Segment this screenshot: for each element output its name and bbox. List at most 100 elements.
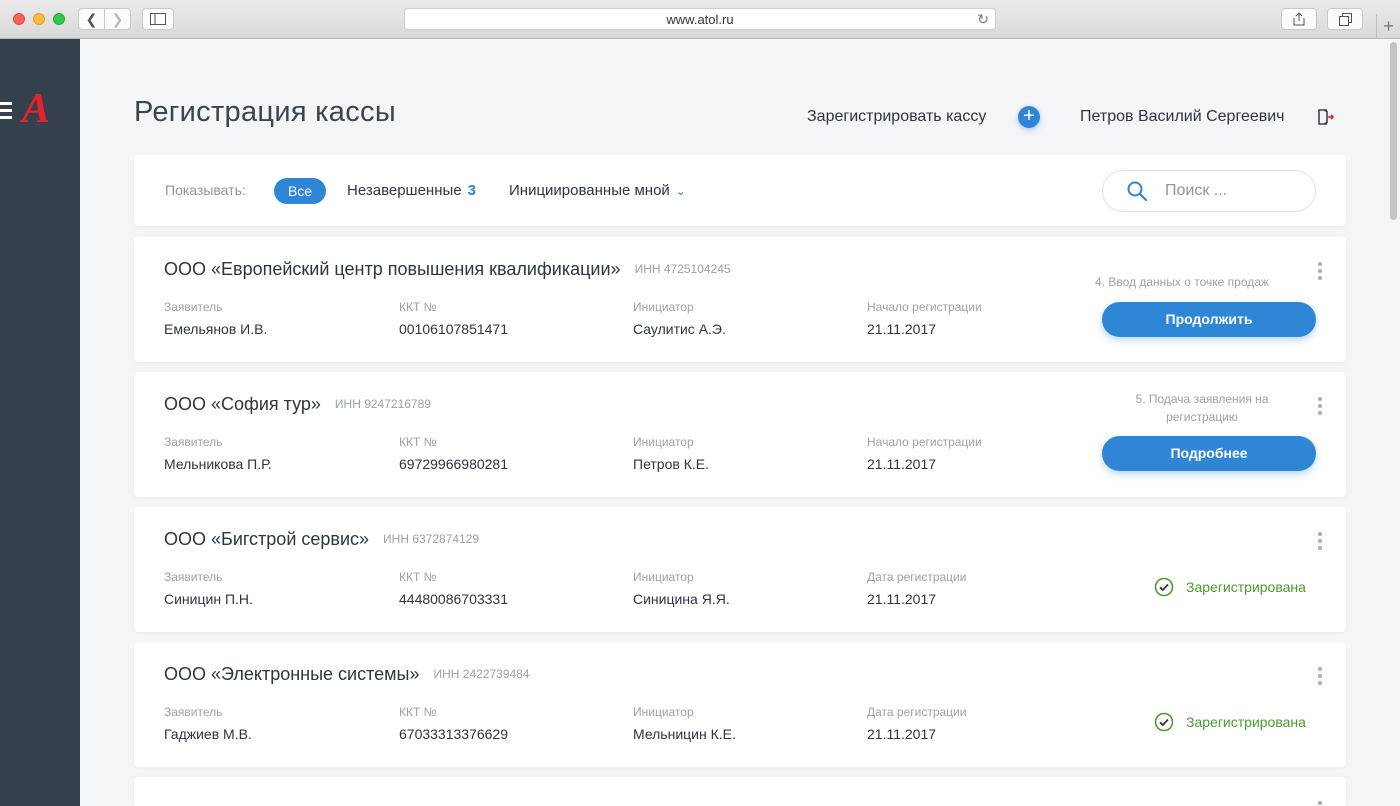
kkt-card[interactable] xyxy=(134,777,1346,806)
kkt-card[interactable]: ООО «Электронные системы» ИНН 2422739484 … xyxy=(134,642,1346,767)
registration-step: 5. Подача заявления на регистрацию xyxy=(1102,390,1302,426)
company-inn: ИНН 9247216789 xyxy=(334,397,431,411)
browser-toolbar: ❮ ❯ www.atol.ru ↻ + xyxy=(0,0,1400,39)
filter-initiated-by-me-dropdown[interactable]: Инициированные мной ⌄ xyxy=(509,182,686,199)
initiator-field: Инициатор Синицина Я.Я. xyxy=(633,570,730,607)
applicant-field: Заявитель Мельникова П.Р. xyxy=(164,435,272,472)
field-value: 21.11.2017 xyxy=(867,321,937,337)
company-name: ООО «Бигстрой сервис» xyxy=(164,529,370,549)
field-value: Емельянов И.В. xyxy=(164,321,268,337)
applicant-field: Заявитель Емельянов И.В. xyxy=(164,300,267,337)
address-bar[interactable]: www.atol.ru ↻ xyxy=(404,8,996,30)
field-value: Синицина Я.Я. xyxy=(633,591,730,607)
scrollbar-thumb[interactable] xyxy=(1390,42,1397,220)
date-field: Начало регистрации 21.11.2017 xyxy=(867,300,982,337)
close-window-button[interactable] xyxy=(13,13,25,25)
continue-button[interactable]: Продолжить xyxy=(1102,302,1316,337)
zoom-window-button[interactable] xyxy=(53,13,65,25)
user-name[interactable]: Петров Василий Сергеевич xyxy=(1080,108,1285,126)
kkt-card[interactable]: ООО «София тур» ИНН 9247216789 Заявитель М… xyxy=(134,372,1346,497)
status-text: Зарегистрирована xyxy=(1186,579,1306,595)
chevron-down-icon: ⌄ xyxy=(675,184,686,198)
field-value: Мельникова П.Р. xyxy=(164,456,272,472)
field-value: 69729966980281 xyxy=(399,456,509,472)
plus-icon: + xyxy=(1383,16,1394,36)
field-label: Инициатор xyxy=(633,300,694,314)
chevron-left-icon: ❮ xyxy=(85,10,98,27)
search-input[interactable] xyxy=(1165,181,1305,201)
chevron-right-icon: ❯ xyxy=(111,10,124,27)
initiator-field: Инициатор Петров К.Е. xyxy=(633,435,709,472)
field-label: Инициатор xyxy=(633,570,694,584)
reload-icon[interactable]: ↻ xyxy=(977,11,989,28)
menu-icon[interactable] xyxy=(0,102,12,123)
kkt-number-field: ККТ № 44480086703331 xyxy=(399,570,508,607)
card-title[interactable]: ООО «Европейский центр повышения квалифи… xyxy=(164,259,731,280)
more-options-icon[interactable] xyxy=(1317,397,1323,415)
plus-icon: + xyxy=(1023,105,1035,127)
field-label: Дата регистрации xyxy=(867,570,967,584)
forward-button[interactable]: ❯ xyxy=(104,8,131,30)
field-value: Мельницин К.Е. xyxy=(633,726,736,742)
date-field: Дата регистрации 21.11.2017 xyxy=(867,570,966,607)
url-text: www.atol.ru xyxy=(666,11,734,27)
field-label: Начало регистрации xyxy=(867,435,982,449)
check-circle-icon xyxy=(1154,577,1174,597)
company-name: ООО «Европейский центр повышения квалифи… xyxy=(164,259,621,279)
field-value: Саулитис А.Э. xyxy=(633,321,726,337)
kkt-number-field: ККТ № 67033313376629 xyxy=(399,705,508,742)
registration-step: 4. Ввод данных о точке продаж xyxy=(1095,275,1269,289)
minimize-window-button[interactable] xyxy=(33,13,45,25)
card-title[interactable]: ООО «Бигстрой сервис» ИНН 6372874129 xyxy=(164,529,479,550)
field-label: ККТ № xyxy=(399,705,437,719)
kkt-number-field: ККТ № 00106107851471 xyxy=(399,300,508,337)
more-options-icon[interactable] xyxy=(1317,801,1323,806)
company-name: ООО «София тур» xyxy=(164,394,321,414)
check-circle-icon xyxy=(1154,712,1174,732)
company-inn: ИНН 4725104245 xyxy=(634,262,731,276)
tabs-overview-button[interactable] xyxy=(1327,8,1363,30)
status-badge: Зарегистрирована xyxy=(1154,577,1306,597)
share-button[interactable] xyxy=(1281,8,1317,30)
more-options-icon[interactable] xyxy=(1317,532,1323,550)
kkt-card[interactable]: ООО «Европейский центр повышения квалифи… xyxy=(134,237,1346,362)
status-text: Зарегистрирована xyxy=(1186,714,1306,730)
step-line: 5. Подача заявления на xyxy=(1135,392,1269,406)
field-value: 00106107851471 xyxy=(399,321,509,337)
field-label: Дата регистрации xyxy=(867,705,967,719)
company-inn: ИНН 6372874129 xyxy=(383,532,480,546)
field-label: Заявитель xyxy=(164,705,223,719)
company-inn: ИНН 2422739484 xyxy=(433,667,530,681)
register-kkt-link[interactable]: Зарегистрировать кассу xyxy=(807,108,986,126)
filter-all-button[interactable]: Все xyxy=(274,178,326,204)
field-value: Синицин П.Н. xyxy=(164,591,253,607)
more-options-icon[interactable] xyxy=(1317,262,1323,280)
atol-logo[interactable]: A xyxy=(22,85,50,133)
filter-label: Показывать: xyxy=(165,182,246,198)
search-box[interactable] xyxy=(1102,170,1316,212)
filter-mine-label: Инициированные мной xyxy=(509,182,670,199)
details-button[interactable]: Подробнее xyxy=(1102,436,1316,471)
logout-icon[interactable] xyxy=(1316,108,1334,126)
field-label: Инициатор xyxy=(633,705,694,719)
field-label: Заявитель xyxy=(164,300,223,314)
sidebar-toggle-button[interactable] xyxy=(142,8,174,30)
applicant-field: Заявитель Гаджиев М.В. xyxy=(164,705,252,742)
field-value: 67033313376629 xyxy=(399,726,509,742)
card-title[interactable]: ООО «София тур» ИНН 9247216789 xyxy=(164,394,431,415)
field-value: 21.11.2017 xyxy=(867,591,937,607)
more-options-icon[interactable] xyxy=(1317,667,1323,685)
field-value: Гаджиев М.В. xyxy=(164,726,252,742)
new-tab-button[interactable]: + xyxy=(1376,14,1400,39)
filter-unfinished-button[interactable]: Незавершенные 3 xyxy=(347,182,476,199)
share-icon xyxy=(1293,12,1305,26)
add-kkt-button[interactable]: + xyxy=(1018,106,1040,128)
filter-bar: Показывать: Все Незавершенные 3 Иницииров… xyxy=(134,155,1346,226)
back-button[interactable]: ❮ xyxy=(78,8,105,30)
kkt-number-field: ККТ № 69729966980281 xyxy=(399,435,508,472)
initiator-field: Инициатор Мельницин К.Е. xyxy=(633,705,736,742)
card-title[interactable]: ООО «Электронные системы» ИНН 2422739484 xyxy=(164,664,530,685)
page-title: Регистрация кассы xyxy=(134,96,396,128)
sidebar-icon xyxy=(150,13,166,25)
kkt-card[interactable]: ООО «Бигстрой сервис» ИНН 6372874129 Заяв… xyxy=(134,507,1346,632)
